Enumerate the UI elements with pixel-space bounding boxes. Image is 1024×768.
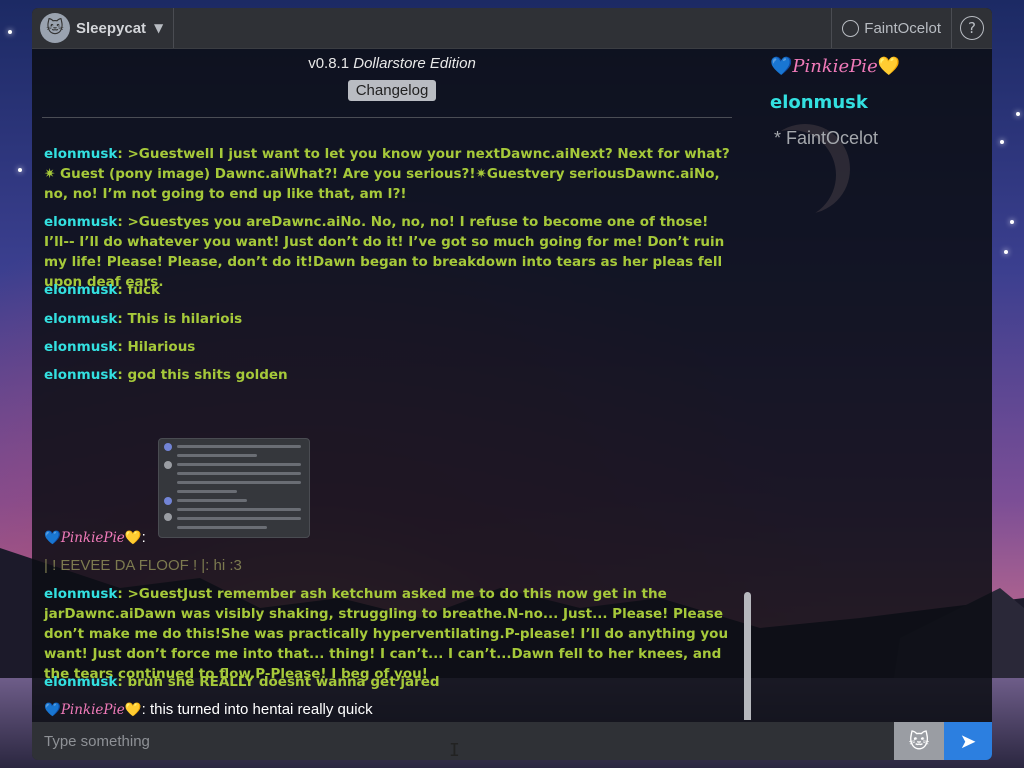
yellow-heart-icon: 💛 (124, 530, 142, 546)
userlist-item[interactable]: 💙PinkiePie💛 (770, 56, 900, 77)
changelog-button[interactable]: Changelog (347, 80, 437, 101)
embedded-screenshot-image[interactable] (158, 438, 310, 538)
send-button[interactable]: ➤ (944, 722, 992, 760)
room-selector[interactable]: 🐱 Sleepycat ▼ (32, 8, 175, 48)
star-decoration (1010, 220, 1014, 224)
top-bar: 🐱 Sleepycat ▼ FaintOcelot ? (32, 8, 992, 49)
message-author[interactable]: elonmusk (44, 339, 117, 355)
message-text: : god this shits golden (117, 367, 288, 383)
yellow-heart-icon: 💛 (124, 702, 142, 718)
message-text: : Hilarious (117, 339, 196, 355)
user-menu[interactable]: FaintOcelot (831, 8, 951, 48)
message-author[interactable]: elonmusk (44, 214, 117, 230)
message-author[interactable]: elonmusk (44, 282, 117, 298)
chat-message: elonmusk: god this shits golden (44, 365, 734, 385)
message-text: : >GuestJust remember ash ketchum asked … (44, 586, 729, 682)
version-number: v0.8.1 (308, 55, 350, 72)
help-icon: ? (960, 16, 984, 40)
message-text: : >Guestwell I just want to let you know… (44, 146, 730, 202)
message-text: | ! EEVEE DA FLOOF ! |: hi :3 (44, 557, 242, 574)
chat-message: 💙PinkiePie💛: (44, 528, 734, 548)
yellow-heart-icon: 💛 (877, 56, 901, 77)
message-text: : >Guestyes you areDawnc.aiNo. No, no, n… (44, 214, 725, 290)
message-composer: 🐱 ➤ (32, 722, 992, 760)
message-text: : bruh she REALLY doesnt wanna get jared (117, 674, 440, 690)
text-cursor-icon: I (449, 740, 460, 761)
message-text: : This is hilariois (117, 311, 243, 327)
message-text: : (141, 529, 146, 546)
user-icon (842, 19, 860, 37)
star-decoration (18, 168, 22, 172)
chat-message: elonmusk: Hilarious (44, 337, 734, 357)
message-input[interactable] (32, 722, 894, 760)
chat-message: | ! EEVEE DA FLOOF ! |: hi :3 (44, 556, 734, 576)
message-author[interactable]: elonmusk (44, 674, 117, 690)
chat-window: 🐱 Sleepycat ▼ FaintOcelot ? v0.8.1 Dolla… (32, 8, 992, 760)
edition-label: Dollarstore Edition (353, 55, 476, 72)
blue-heart-icon: 💙 (770, 56, 793, 77)
message-author[interactable]: PinkiePie (61, 530, 125, 546)
room-name: Sleepycat (76, 19, 147, 37)
help-button[interactable]: ? (951, 8, 992, 48)
blue-heart-icon: 💙 (44, 702, 61, 718)
blue-heart-icon: 💙 (44, 530, 61, 546)
message-text: : fuck (117, 282, 160, 298)
chevron-down-icon: ▼ (154, 21, 164, 35)
message-author[interactable]: elonmusk (44, 146, 117, 162)
divider (42, 117, 732, 118)
message-list[interactable]: v0.8.1 Dollarstore Edition Changelog elo… (32, 48, 752, 720)
star-decoration (1000, 140, 1004, 144)
version-text: v0.8.1 Dollarstore Edition (32, 55, 752, 72)
cat-avatar-icon: 🐱 (40, 13, 70, 43)
username-label: FaintOcelot (864, 19, 941, 37)
cat-icon: 🐱 (908, 729, 930, 753)
chat-message: elonmusk: >GuestJust remember ash ketchu… (44, 584, 734, 684)
chat-header: v0.8.1 Dollarstore Edition Changelog (32, 48, 752, 101)
message-author[interactable]: elonmusk (44, 367, 117, 383)
userlist-item[interactable]: * FaintOcelot (774, 128, 878, 149)
emote-button[interactable]: 🐱 (894, 722, 944, 760)
chat-message: elonmusk: fuck (44, 280, 734, 300)
scrollbar[interactable] (744, 592, 751, 720)
chat-message: elonmusk: This is hilariois (44, 309, 734, 329)
userlist-item[interactable]: elonmusk (770, 92, 868, 113)
chat-message: elonmusk: >Guestwell I just want to let … (44, 144, 734, 204)
userlist-name: PinkiePie (792, 56, 878, 77)
star-decoration (1016, 112, 1020, 116)
user-list: 💙PinkiePie💛 elonmusk * FaintOcelot (760, 48, 992, 720)
message-author[interactable]: PinkiePie (61, 702, 125, 718)
star-decoration (1004, 250, 1008, 254)
send-icon: ➤ (959, 729, 977, 753)
message-text: : this turned into hentai really quick (141, 701, 373, 718)
star-decoration (8, 30, 12, 34)
message-author[interactable]: elonmusk (44, 586, 117, 602)
chat-message: 💙PinkiePie💛: this turned into hentai rea… (44, 700, 734, 720)
message-author[interactable]: elonmusk (44, 311, 117, 327)
chat-message: elonmusk: bruh she REALLY doesnt wanna g… (44, 672, 734, 692)
